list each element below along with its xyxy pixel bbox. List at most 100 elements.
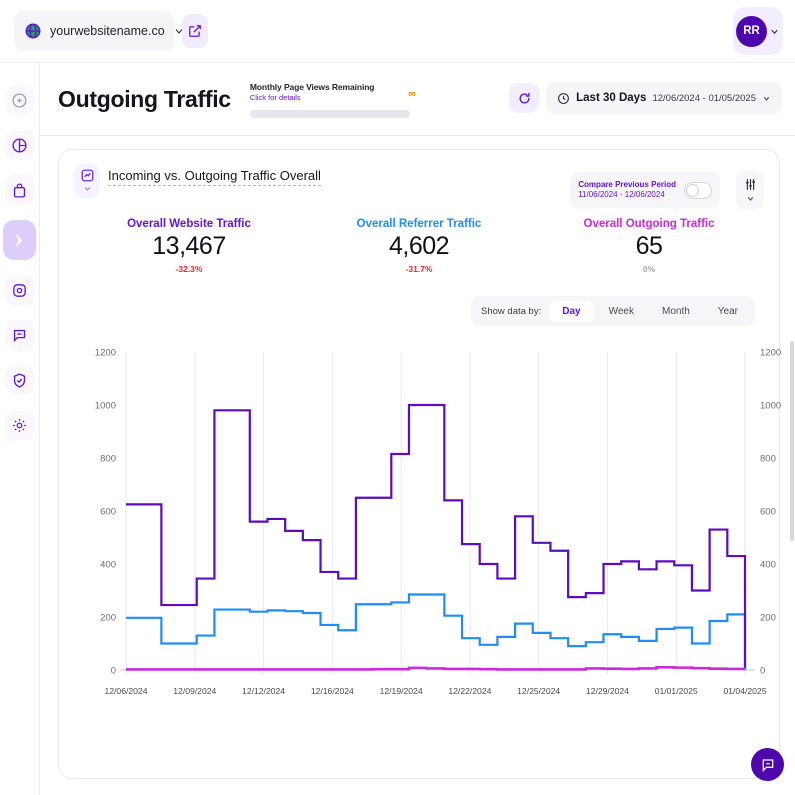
traffic-chart[interactable]: 0 0 200 200 400 400 600 600 800 800 1000 1000 1200 12… bbox=[74, 338, 781, 708]
svg-text:800: 800 bbox=[760, 453, 776, 464]
svg-text:12/22/2024: 12/22/2024 bbox=[448, 686, 491, 696]
granularity-segmented-control: Show data by: Day Week Month Year bbox=[471, 296, 755, 326]
sidebar-item-goals[interactable] bbox=[4, 275, 35, 305]
segment-day[interactable]: Day bbox=[549, 300, 594, 322]
quota-details-link[interactable]: Click for details bbox=[250, 93, 410, 102]
chevron-down-icon bbox=[763, 96, 770, 101]
svg-text:1000: 1000 bbox=[95, 400, 116, 411]
traffic-overview-card: Incoming vs. Outgoing Traffic Overall Co… bbox=[58, 149, 781, 779]
svg-text:0: 0 bbox=[111, 665, 116, 676]
chat-support-button[interactable] bbox=[751, 748, 784, 781]
quota-title: Monthly Page Views Remaining bbox=[249, 82, 375, 92]
page-header: Outgoing Traffic Monthly Page Views Rema… bbox=[40, 63, 795, 136]
chat-bubble-icon bbox=[762, 758, 773, 772]
scrollbar-thumb[interactable] bbox=[790, 341, 794, 541]
header-controls: Last 30 Days 12/06/2024 - 01/05/2025 bbox=[509, 82, 782, 114]
refresh-icon bbox=[519, 92, 530, 104]
shield-check-icon bbox=[13, 372, 26, 388]
compare-label: Compare Previous Period bbox=[578, 180, 676, 189]
site-selector[interactable]: yourwebsitename.co bbox=[14, 11, 183, 51]
sidebar-item-traffic[interactable] bbox=[3, 220, 36, 260]
segmented-lead-label: Show data by: bbox=[481, 305, 542, 317]
chart-type-selector[interactable] bbox=[74, 164, 100, 198]
external-link-icon bbox=[189, 25, 201, 37]
quota-widget: Monthly Page Views Remaining Click for d… bbox=[249, 80, 416, 118]
svg-text:400: 400 bbox=[760, 559, 776, 570]
card-header: Incoming vs. Outgoing Traffic Overall Co… bbox=[74, 164, 764, 210]
kpi-delta: -31.7% bbox=[405, 264, 433, 274]
page-content: Outgoing Traffic Monthly Page Views Rema… bbox=[40, 63, 795, 795]
quota-progress-bar bbox=[249, 110, 410, 118]
svg-text:12/19/2024: 12/19/2024 bbox=[380, 686, 423, 696]
kpi-value: 13,467 bbox=[152, 232, 226, 260]
card-title[interactable]: Incoming vs. Outgoing Traffic Overall bbox=[108, 168, 321, 186]
date-range-value: 12/06/2024 - 01/05/2025 bbox=[652, 92, 756, 104]
user-menu[interactable]: RR bbox=[733, 7, 783, 55]
pie-chart-icon bbox=[12, 137, 27, 153]
svg-text:01/04/2025: 01/04/2025 bbox=[723, 686, 766, 696]
compare-range: 11/06/2024 - 12/06/2024 bbox=[578, 190, 665, 199]
kpi-label: Overall Outgoing Traffic bbox=[583, 218, 715, 230]
chevron-down-icon bbox=[747, 197, 753, 201]
sidebar bbox=[0, 63, 40, 795]
sidebar-item-messages[interactable] bbox=[4, 320, 35, 350]
compare-previous-period[interactable]: Compare Previous Period 11/06/2024 - 12/… bbox=[570, 172, 720, 208]
sidebar-item-security[interactable] bbox=[4, 365, 35, 395]
target-icon bbox=[13, 283, 26, 297]
svg-text:600: 600 bbox=[760, 506, 776, 517]
svg-text:12/16/2024: 12/16/2024 bbox=[311, 686, 354, 696]
traffic-chart-svg[interactable]: 0 0 200 200 400 400 600 600 800 800 1000 1000 1200 12… bbox=[74, 338, 795, 703]
kpi-row: Overall Website Traffic 13,467 -32.3% Ov… bbox=[74, 218, 764, 274]
svg-text:12/06/2024: 12/06/2024 bbox=[104, 686, 147, 696]
svg-text:200: 200 bbox=[100, 612, 116, 623]
segment-month[interactable]: Month bbox=[649, 301, 703, 322]
kpi-label: Overall Referrer Traffic bbox=[356, 218, 482, 230]
avatar: RR bbox=[736, 15, 767, 47]
compare-texts: Compare Previous Period 11/06/2024 - 12/… bbox=[578, 180, 676, 200]
globe-icon bbox=[25, 23, 41, 39]
card-area: Incoming vs. Outgoing Traffic Overall Co… bbox=[40, 136, 795, 779]
kpi-value: 4,602 bbox=[388, 232, 450, 260]
sliders-icon bbox=[745, 178, 755, 191]
page-title: Outgoing Traffic bbox=[58, 85, 231, 112]
chart-settings-button[interactable] bbox=[736, 170, 764, 210]
open-site-button[interactable] bbox=[182, 14, 208, 48]
svg-text:400: 400 bbox=[100, 559, 116, 570]
segment-week[interactable]: Week bbox=[596, 301, 647, 322]
bag-icon bbox=[13, 182, 26, 198]
chevron-down-icon bbox=[84, 187, 90, 191]
compare-toggle[interactable] bbox=[684, 181, 712, 199]
date-range-label: Last 30 Days bbox=[576, 92, 647, 104]
kpi-referrer-traffic: Overall Referrer Traffic 4,602 -31.7% bbox=[304, 218, 534, 274]
svg-text:1000: 1000 bbox=[760, 400, 781, 411]
sidebar-item-analytics[interactable] bbox=[4, 130, 35, 160]
svg-text:0: 0 bbox=[760, 665, 765, 676]
sidebar-item-ecommerce[interactable] bbox=[4, 175, 35, 205]
top-bar: yourwebsitename.co RR bbox=[0, 0, 795, 63]
refresh-button[interactable] bbox=[509, 83, 540, 113]
app-root: yourwebsitename.co RR Outgoing Traffic M… bbox=[0, 0, 795, 795]
svg-text:600: 600 bbox=[100, 506, 116, 517]
kpi-website-traffic: Overall Website Traffic 13,467 -32.3% bbox=[74, 218, 304, 274]
kpi-label: Overall Website Traffic bbox=[127, 218, 251, 230]
plus-circle-icon bbox=[12, 92, 27, 108]
chevron-down-icon bbox=[771, 29, 778, 34]
svg-text:01/01/2025: 01/01/2025 bbox=[655, 686, 698, 696]
kpi-delta: -32.3% bbox=[175, 264, 203, 274]
sidebar-item-settings[interactable] bbox=[4, 410, 35, 440]
svg-text:12/12/2024: 12/12/2024 bbox=[242, 686, 285, 696]
granularity-row: Show data by: Day Week Month Year bbox=[74, 296, 764, 326]
gear-icon bbox=[13, 418, 26, 432]
clock-icon bbox=[558, 92, 570, 104]
sidebar-item-add[interactable] bbox=[4, 85, 35, 115]
svg-text:12/09/2024: 12/09/2024 bbox=[173, 686, 216, 696]
svg-text:1200: 1200 bbox=[95, 347, 116, 358]
date-range-selector[interactable]: Last 30 Days 12/06/2024 - 01/05/2025 bbox=[546, 82, 782, 114]
chart-box-icon bbox=[81, 169, 93, 182]
kpi-delta: 0% bbox=[642, 264, 656, 274]
kpi-value: 65 bbox=[635, 232, 663, 260]
svg-text:800: 800 bbox=[100, 453, 116, 464]
svg-text:200: 200 bbox=[760, 612, 776, 623]
segment-year[interactable]: Year bbox=[705, 301, 751, 322]
broadcast-icon bbox=[15, 234, 23, 246]
